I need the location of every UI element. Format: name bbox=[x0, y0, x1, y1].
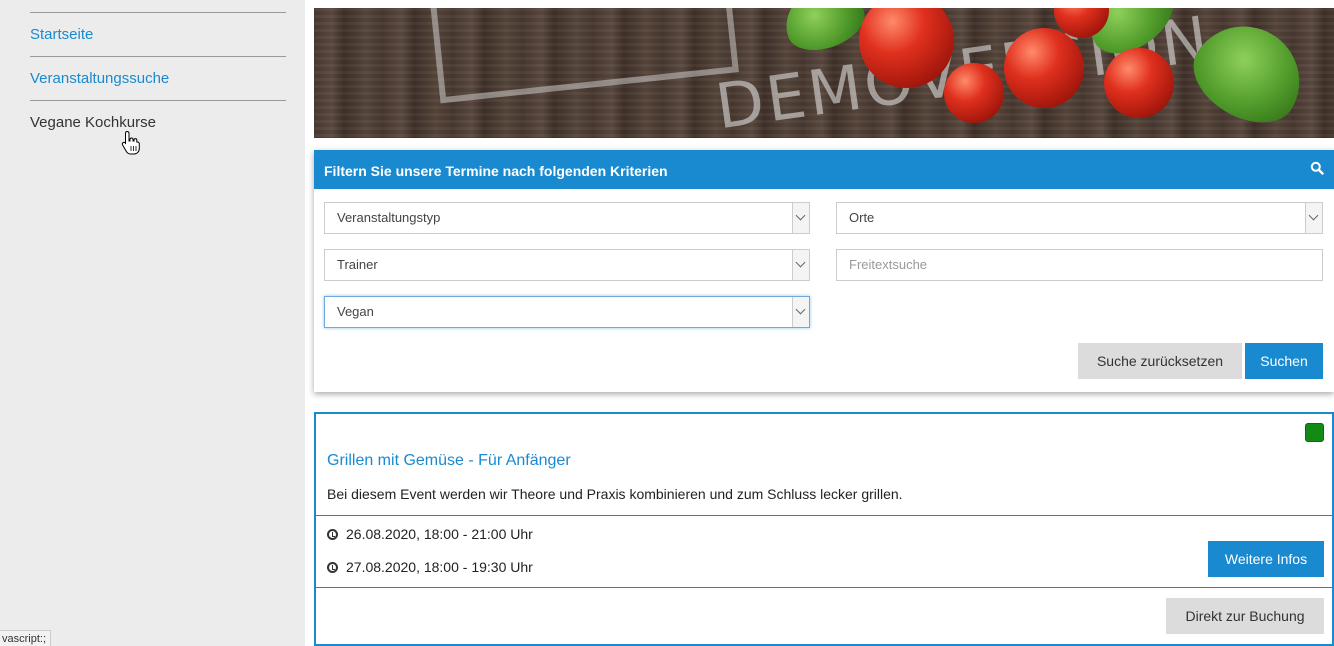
category-select[interactable]: Vegan bbox=[324, 296, 810, 328]
location-select[interactable]: Orte bbox=[836, 202, 1323, 234]
filter-panel: Filtern Sie unsere Termine nach folgende… bbox=[314, 150, 1334, 392]
filter-title: Filtern Sie unsere Termine nach folgende… bbox=[324, 163, 668, 179]
chevron-down-icon bbox=[792, 297, 809, 327]
direct-booking-button[interactable]: Direkt zur Buchung bbox=[1166, 598, 1324, 634]
divider bbox=[316, 587, 1332, 588]
sidebar-item-veranstaltungssuche[interactable]: Veranstaltungssuche bbox=[30, 56, 286, 100]
hero-image: DEMOVERSION bbox=[314, 8, 1334, 138]
category-select-value: Vegan bbox=[337, 304, 374, 319]
chevron-down-icon bbox=[1305, 203, 1322, 233]
trainer-select-value: Trainer bbox=[337, 257, 378, 272]
search-icon[interactable] bbox=[1310, 161, 1324, 175]
clock-icon bbox=[327, 529, 338, 540]
event-card: Grillen mit Gemüse - Für Anfänger Bei di… bbox=[314, 412, 1334, 646]
sidebar-item-startseite[interactable]: Startseite bbox=[30, 12, 286, 56]
location-select-value: Orte bbox=[849, 210, 875, 225]
filter-header: Filtern Sie unsere Termine nach folgende… bbox=[314, 150, 1334, 189]
tomato-image bbox=[1104, 48, 1174, 118]
event-title[interactable]: Grillen mit Gemüse - Für Anfänger bbox=[327, 452, 571, 470]
event-type-select[interactable]: Veranstaltungstyp bbox=[324, 202, 810, 234]
more-info-button[interactable]: Weitere Infos bbox=[1208, 541, 1324, 577]
event-description: Bei diesem Event werden wir Theore und P… bbox=[327, 486, 903, 502]
tomato-image bbox=[944, 63, 1004, 123]
freetext-search-input[interactable]: Freitextsuche bbox=[836, 249, 1323, 281]
trainer-select[interactable]: Trainer bbox=[324, 249, 810, 281]
clock-icon bbox=[327, 562, 338, 573]
search-button[interactable]: Suchen bbox=[1245, 343, 1323, 379]
chevron-down-icon bbox=[792, 203, 809, 233]
divider bbox=[316, 515, 1332, 516]
browser-status-text: vascript:; bbox=[0, 630, 52, 646]
event-date-row: 27.08.2020, 18:00 - 19:30 Uhr bbox=[327, 559, 533, 575]
availability-status-badge bbox=[1305, 423, 1324, 442]
hand-cursor-icon bbox=[121, 130, 140, 155]
event-date-text: 26.08.2020, 18:00 - 21:00 Uhr bbox=[346, 526, 533, 542]
event-type-select-value: Veranstaltungstyp bbox=[337, 210, 441, 225]
event-date-text: 27.08.2020, 18:00 - 19:30 Uhr bbox=[346, 559, 533, 575]
sidebar-item-vegane-kochkurse[interactable]: Vegane Kochkurse bbox=[30, 100, 286, 144]
sidebar-nav: Startseite Veranstaltungssuche Vegane Ko… bbox=[0, 0, 305, 646]
event-date-row: 26.08.2020, 18:00 - 21:00 Uhr bbox=[327, 526, 533, 542]
chevron-down-icon bbox=[792, 250, 809, 280]
tomato-image bbox=[1004, 28, 1084, 108]
reset-search-button[interactable]: Suche zurücksetzen bbox=[1078, 343, 1242, 379]
